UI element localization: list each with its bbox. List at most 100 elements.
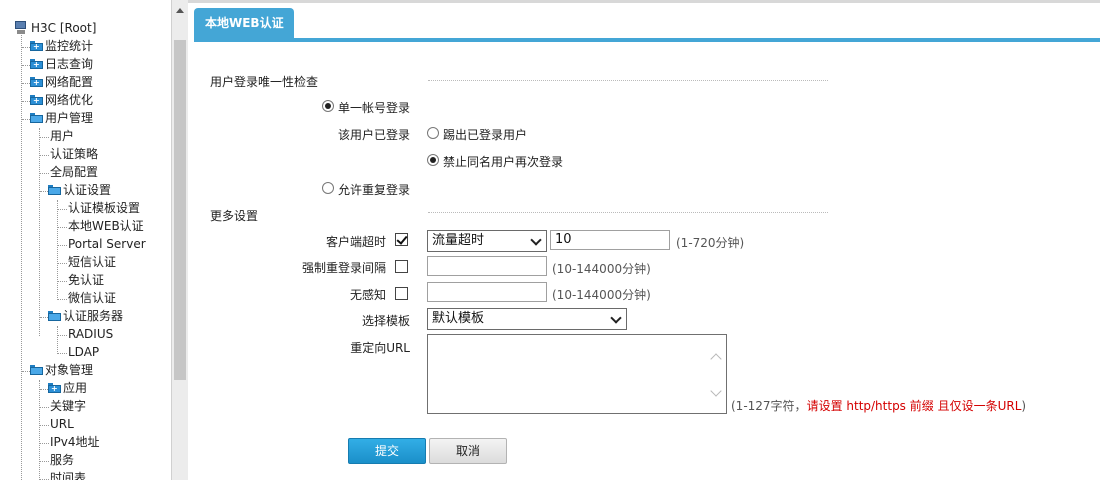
sidebar-item-auth-server[interactable]: 认证服务器 [48,307,123,325]
sidebar-item-label: 日志查询 [45,57,94,71]
navigation-tree: H3C [Root] + 监控统计 + 日志查询 + 网络配置 + 网络优化 用户管理 … [0,0,172,480]
redirect-url-textarea[interactable] [427,334,727,414]
sidebar-item-auth-policy[interactable]: 认证策略 [50,145,98,163]
sidebar-item-label: 全局配置 [50,165,99,179]
main-panel: 本地WEB认证 用户登录唯一性检查 单一帐号登录 该用户已登录 踢出已登录用户 … [188,0,1100,480]
redirect-url-label: 重定向URL [350,341,410,355]
tree-connector [21,30,22,480]
sidebar-item-auth-settings[interactable]: 认证设置 [48,181,111,199]
template-select[interactable]: 默认模板 [427,308,627,330]
sidebar-item-label: 对象管理 [45,363,94,377]
sidebar-item-label: 认证设置 [63,183,112,197]
sidebar-item-object-management[interactable]: 对象管理 [30,361,93,379]
sidebar-item-label: 本地WEB认证 [68,219,144,233]
radio-forbid-same[interactable] [427,154,439,166]
single-login-label: 单一帐号登录 [338,101,411,115]
radio-single-login[interactable] [322,100,334,112]
sidebar-item-label: 短信认证 [68,255,117,269]
sidebar-item-label: 时间表 [50,471,87,480]
tree-root[interactable]: H3C [Root] [14,19,96,37]
timeout-type-value: 流量超时 [432,233,485,248]
scrollbar-thumb[interactable] [174,40,186,380]
tab-bar: 本地WEB认证 [188,5,1100,42]
computer-icon [14,21,28,35]
sidebar-item-users[interactable]: 用户 [50,127,74,145]
sidebar-item-label: URL [50,417,74,431]
textarea-scroll-up-icon[interactable] [710,353,722,365]
sidebar-item-label: 用户 [50,129,75,143]
client-timeout-label: 客户端超时 [325,235,386,249]
client-timeout-input[interactable]: 10 [550,230,670,250]
client-timeout-hint: (1-720分钟) [676,236,745,250]
already-logged-label: 该用户已登录 [338,128,411,142]
sidebar-item-radius[interactable]: RADIUS [68,325,113,343]
sidebar-item-global-config[interactable]: 全局配置 [50,163,98,181]
folder-open-icon [48,311,61,321]
sidebar-scrollbar[interactable] [172,0,188,480]
folder-open-icon [30,365,43,375]
sidebar-item-label: 服务 [50,453,75,467]
folder-icon: + [48,383,61,393]
radio-allow-repeat[interactable] [322,182,334,194]
sidebar-item-label: Portal Server [68,237,146,251]
sidebar-item-application[interactable]: + 应用 [48,379,87,397]
sidebar-item-label: 网络配置 [45,75,94,89]
tree-connector [57,326,58,354]
sidebar-item-label: 网络优化 [45,93,94,107]
force-relogin-label: 强制重登录间隔 [301,261,386,275]
sidebar-item-ldap[interactable]: LDAP [68,343,99,361]
sidebar-item-ipv4[interactable]: IPv4地址 [50,433,100,451]
section-title-more-settings: 更多设置 [210,209,259,223]
sidebar-item-network-optimize[interactable]: + 网络优化 [30,91,93,109]
sidebar-item-label: 用户管理 [45,111,94,125]
chevron-down-icon [610,312,622,324]
sidebar-item-logs[interactable]: + 日志查询 [30,55,93,73]
section-title-login-check: 用户登录唯一性检查 [210,75,319,89]
submit-button[interactable]: 提交 [348,438,426,464]
sidebar-item-monitor[interactable]: + 监控统计 [30,37,93,55]
sidebar-item-service[interactable]: 服务 [50,451,74,469]
sidebar-item-url[interactable]: URL [50,415,74,433]
sidebar-item-label: IPv4地址 [50,435,100,449]
sidebar-item-label: 认证模板设置 [68,201,141,215]
cancel-button[interactable]: 取消 [429,438,507,464]
section-divider [428,212,828,213]
client-timeout-checkbox[interactable] [395,233,408,246]
textarea-scroll-down-icon[interactable] [710,385,722,397]
tree-connector [39,128,40,336]
allow-repeat-label: 允许重复登录 [338,183,411,197]
sidebar-item-label: 关键字 [50,399,87,413]
sidebar-item-sms-auth[interactable]: 短信认证 [68,253,116,271]
sidebar-item-label: LDAP [68,345,100,359]
tree-root-label: H3C [Root] [31,21,97,35]
radio-kick-out[interactable] [427,127,439,139]
template-value: 默认模板 [432,311,485,326]
folder-open-icon [30,113,43,123]
timeout-type-select[interactable]: 流量超时 [427,230,547,252]
sidebar-item-label: 免认证 [68,273,105,287]
sidebar-item-label: 微信认证 [68,291,117,305]
seamless-checkbox[interactable] [395,287,408,300]
sidebar-item-auth-template[interactable]: 认证模板设置 [68,199,140,217]
sidebar-item-portal-server[interactable]: Portal Server [68,235,146,253]
sidebar-item-label: RADIUS [68,327,114,341]
sidebar-item-label: 认证策略 [50,147,99,161]
sidebar-item-network-config[interactable]: + 网络配置 [30,73,93,91]
seamless-label: 无感知 [349,288,386,302]
sidebar-item-no-auth[interactable]: 免认证 [68,271,104,289]
tab-local-web-auth[interactable]: 本地WEB认证 [194,8,294,38]
sidebar-item-schedule[interactable]: 时间表 [50,469,86,480]
folder-icon: + [30,95,43,105]
folder-icon: + [30,77,43,87]
sidebar-item-user-management[interactable]: 用户管理 [30,109,93,127]
sidebar-item-local-web-auth[interactable]: 本地WEB认证 [68,217,144,235]
sidebar-item-label: 应用 [63,381,88,395]
sidebar-item-label: 认证服务器 [63,309,124,323]
seamless-input[interactable] [427,282,547,302]
sidebar-item-keyword[interactable]: 关键字 [50,397,86,415]
force-relogin-input[interactable] [427,256,547,276]
force-relogin-checkbox[interactable] [395,260,408,273]
sidebar-item-label: 监控统计 [45,39,94,53]
sidebar-item-wechat-auth[interactable]: 微信认证 [68,289,116,307]
scroll-up-icon[interactable] [176,8,184,13]
